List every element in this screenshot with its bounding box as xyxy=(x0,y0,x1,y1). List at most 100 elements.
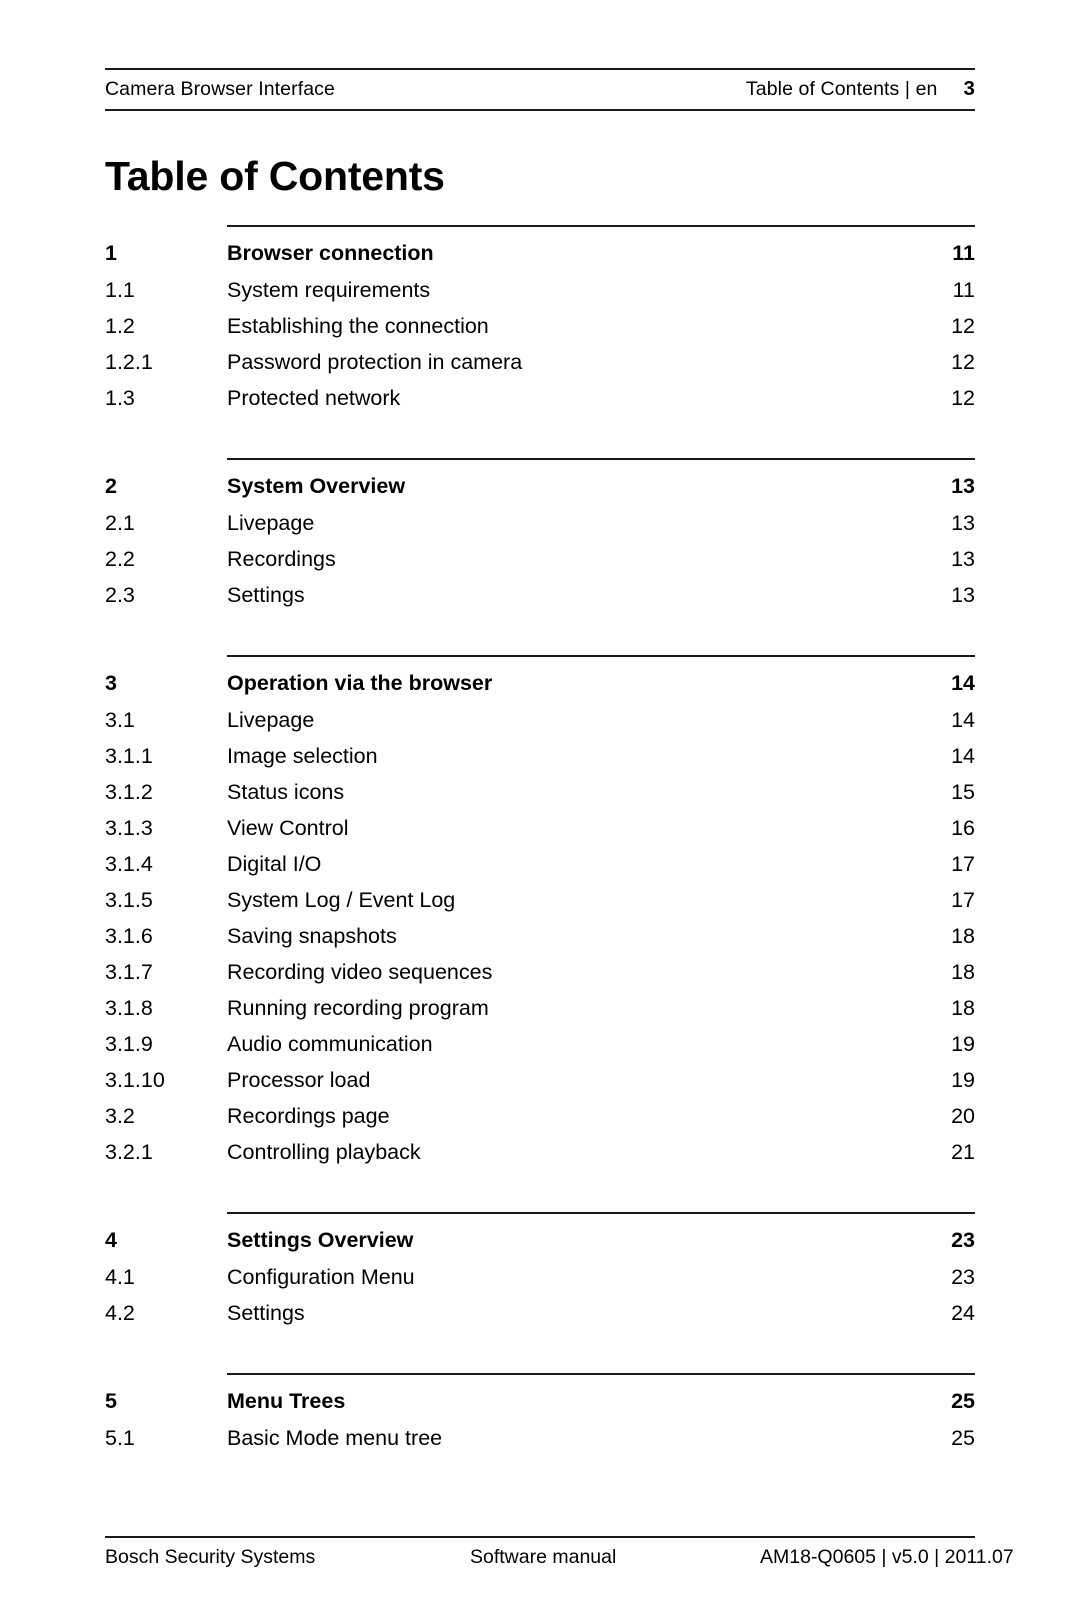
toc-entry-page: 14 xyxy=(951,708,975,732)
toc-entry-title: Recordings xyxy=(227,547,336,571)
toc-entry-title: Audio communication xyxy=(227,1032,433,1056)
toc-entry[interactable]: 3 Operation via the browser 14 xyxy=(105,664,975,702)
toc-entry[interactable]: 3.1.8 Running recording program 18 xyxy=(105,990,975,1026)
toc-entry[interactable]: 3.1.4 Digital I/O 17 xyxy=(105,846,975,882)
toc-entry-number: 3.1.4 xyxy=(105,852,153,876)
toc-entry-page: 17 xyxy=(951,888,975,912)
toc-entry-page: 13 xyxy=(951,583,975,607)
toc-entry-page: 12 xyxy=(951,350,975,374)
toc-entry-page: 13 xyxy=(951,474,975,498)
toc-entry[interactable]: 3.1.6 Saving snapshots 18 xyxy=(105,918,975,954)
toc-entry[interactable]: 3.1.1 Image selection 14 xyxy=(105,738,975,774)
toc-entry[interactable]: 5.1 Basic Mode menu tree 25 xyxy=(105,1420,975,1456)
toc-entry-page: 13 xyxy=(951,511,975,535)
toc-entry-title: View Control xyxy=(227,816,349,840)
toc-entry-number: 2.1 xyxy=(105,511,135,535)
toc-group-rule xyxy=(227,1212,975,1214)
toc-entry-title: Basic Mode menu tree xyxy=(227,1426,443,1450)
toc-entry-title: Livepage xyxy=(227,708,315,732)
toc-entry-page: 19 xyxy=(951,1068,975,1092)
toc-entry-number: 3.1.1 xyxy=(105,744,153,768)
footer-doc-id: AM18-Q0605 | v5.0 | 2011.07 xyxy=(760,1546,1014,1568)
toc-entry-number: 1.3 xyxy=(105,386,135,410)
toc-entry-number: 3 xyxy=(105,671,117,695)
header-page-number: 3 xyxy=(963,77,975,100)
toc-entry-number: 4.2 xyxy=(105,1301,135,1325)
toc-entry[interactable]: 3.1.3 View Control 16 xyxy=(105,810,975,846)
toc-entry-title: Menu Trees xyxy=(227,1389,346,1413)
toc-entry[interactable]: 3.1.10 Processor load 19 xyxy=(105,1062,975,1098)
toc-entry-page: 15 xyxy=(951,780,975,804)
toc-entry[interactable]: 2.3 Settings 13 xyxy=(105,577,975,613)
toc-entry-number: 5.1 xyxy=(105,1426,135,1450)
toc-entry-title: Recordings page xyxy=(227,1104,390,1128)
toc-entry[interactable]: 2.2 Recordings 13 xyxy=(105,541,975,577)
toc-entry[interactable]: 4.1 Configuration Menu 23 xyxy=(105,1259,975,1295)
toc-entry[interactable]: 3.1.9 Audio communication 19 xyxy=(105,1026,975,1062)
toc-entry-page: 11 xyxy=(952,278,975,302)
toc-entry-page: 16 xyxy=(951,816,975,840)
toc-entry-title: Livepage xyxy=(227,511,315,535)
toc-entry-page: 23 xyxy=(951,1228,975,1252)
table-of-contents: 1 Browser connection 11 1.1 System requireme… xyxy=(105,225,975,1456)
toc-group-rule xyxy=(227,1373,975,1375)
toc-group-rule xyxy=(227,655,975,657)
document-page: Camera Browser Interface Table of Conten… xyxy=(0,0,1080,1618)
toc-entry[interactable]: 3.1.2 Status icons 15 xyxy=(105,774,975,810)
toc-entry[interactable]: 3.1 Livepage 14 xyxy=(105,702,975,738)
toc-entry[interactable]: 4 Settings Overview 23 xyxy=(105,1221,975,1259)
toc-entry-title: Password protection in camera xyxy=(227,350,523,374)
toc-entry[interactable]: 1 Browser connection 11 xyxy=(105,234,975,272)
toc-entry-page: 18 xyxy=(951,960,975,984)
toc-entry-number: 4 xyxy=(105,1228,117,1252)
toc-entry-title: Running recording program xyxy=(227,996,489,1020)
toc-entry[interactable]: 2 System Overview 13 xyxy=(105,467,975,505)
toc-entry[interactable]: 3.1.7 Recording video sequences 18 xyxy=(105,954,975,990)
toc-entry-number: 3.1.6 xyxy=(105,924,153,948)
toc-group: 2 System Overview 13 2.1 Livepage 13 2.2 Record… xyxy=(105,458,975,613)
toc-entry-title: Settings Overview xyxy=(227,1228,414,1252)
toc-entry-title: Digital I/O xyxy=(227,852,322,876)
toc-entry[interactable]: 3.2.1 Controlling playback 21 xyxy=(105,1134,975,1170)
toc-entry-page: 11 xyxy=(952,241,975,265)
toc-entry-page: 14 xyxy=(951,744,975,768)
page-footer: Bosch Security Systems Software manual A… xyxy=(105,1536,1014,1569)
toc-entry-number: 3.1.8 xyxy=(105,996,153,1020)
toc-entry-number: 3.1.7 xyxy=(105,960,153,984)
toc-entry-number: 3.1.3 xyxy=(105,816,153,840)
header-document-title: Camera Browser Interface xyxy=(105,78,335,100)
toc-entry-title: Protected network xyxy=(227,386,401,410)
toc-entry-number: 2.2 xyxy=(105,547,135,571)
toc-entry-number: 1.1 xyxy=(105,278,135,302)
toc-entry-number: 2.3 xyxy=(105,583,135,607)
toc-entry-page: 24 xyxy=(951,1301,975,1325)
toc-entry[interactable]: 4.2 Settings 24 xyxy=(105,1295,975,1331)
footer-doc-type: Software manual xyxy=(470,1546,617,1568)
toc-entry-page: 13 xyxy=(951,547,975,571)
toc-entry-number: 1 xyxy=(105,241,117,265)
toc-entry-number: 3.1.2 xyxy=(105,780,153,804)
toc-group: 1 Browser connection 11 1.1 System requireme… xyxy=(105,225,975,416)
toc-group-rule xyxy=(227,225,975,227)
toc-entry-number: 3.2.1 xyxy=(105,1140,153,1164)
toc-entry[interactable]: 5 Menu Trees 25 xyxy=(105,1382,975,1420)
toc-entry-title: Settings xyxy=(227,1301,305,1325)
toc-entry[interactable]: 1.2 Establishing the connection 12 xyxy=(105,308,975,344)
toc-entry[interactable]: 1.3 Protected network 12 xyxy=(105,380,975,416)
toc-entry[interactable]: 3.1.5 System Log / Event Log 17 xyxy=(105,882,975,918)
toc-entry-title: Status icons xyxy=(227,780,345,804)
toc-entry[interactable]: 3.2 Recordings page 20 xyxy=(105,1098,975,1134)
toc-entry[interactable]: 2.1 Livepage 13 xyxy=(105,505,975,541)
header-rule-bottom xyxy=(105,109,975,111)
toc-group: 5 Menu Trees 25 5.1 Basic Mode menu tree 25 xyxy=(105,1373,975,1456)
toc-entry-title: Processor load xyxy=(227,1068,371,1092)
toc-entry[interactable]: 1.1 System requirements 11 xyxy=(105,272,975,308)
footer-row: Bosch Security Systems Software manual A… xyxy=(105,1538,1014,1569)
toc-entry-number: 5 xyxy=(105,1389,117,1413)
toc-entry-title: Controlling playback xyxy=(227,1140,421,1164)
toc-entry-page: 21 xyxy=(951,1140,975,1164)
toc-entry-page: 25 xyxy=(951,1426,975,1450)
header-section-language: Table of Contents | en xyxy=(745,78,938,100)
toc-entry[interactable]: 1.2.1 Password protection in camera 12 xyxy=(105,344,975,380)
toc-entry-page: 25 xyxy=(951,1389,975,1413)
